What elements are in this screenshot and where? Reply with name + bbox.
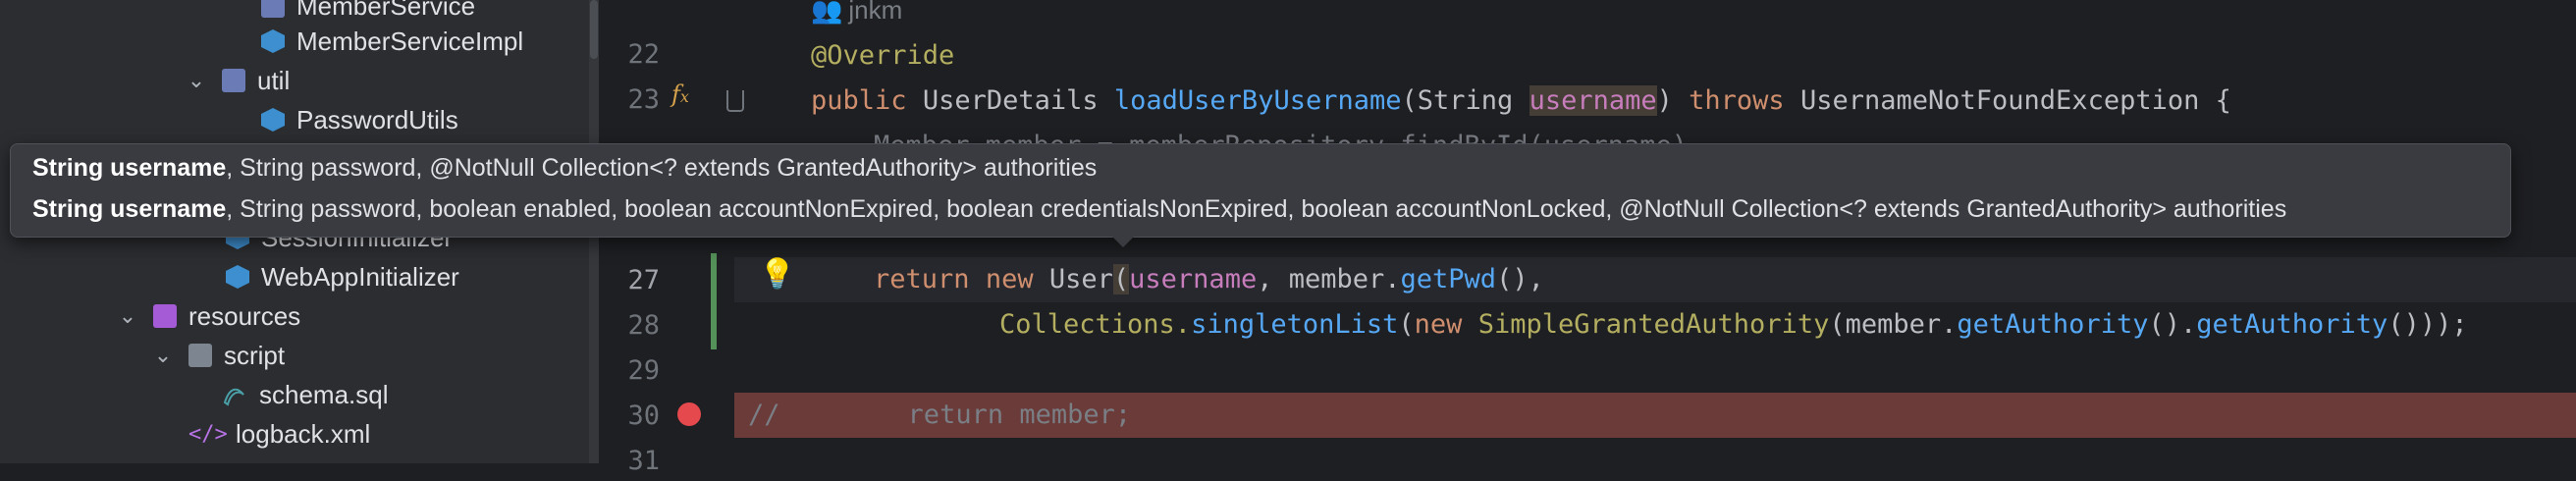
- method-call: getPwd: [1400, 264, 1497, 294]
- folder-icon: [188, 344, 212, 367]
- type: String: [1417, 85, 1514, 116]
- line-number: 27: [627, 265, 660, 295]
- tree-item-label: MemberServiceImpl: [296, 26, 524, 56]
- class-icon: [261, 29, 285, 53]
- line-number: 28: [627, 310, 660, 341]
- keyword: public: [811, 85, 907, 116]
- code-line-22[interactable]: @Override: [734, 33, 2576, 79]
- vcs-change-marker[interactable]: [711, 253, 717, 300]
- code-line-23[interactable]: public UserDetails loadUserByUsername(St…: [734, 79, 2576, 124]
- type: UsernameNotFoundException: [1799, 85, 2200, 116]
- chevron-down-icon[interactable]: ⌄: [153, 343, 173, 368]
- tree-item-logback-xml[interactable]: </> logback.xml: [188, 414, 370, 454]
- code-text: ().: [2148, 309, 2197, 340]
- tree-item-resources[interactable]: ⌄ resources: [118, 296, 300, 336]
- tree-item-schema-sql[interactable]: schema.sql: [222, 375, 389, 414]
- chevron-down-icon[interactable]: ⌄: [118, 303, 137, 329]
- vcs-change-marker[interactable]: [711, 300, 717, 349]
- code-text: ()));: [2388, 309, 2468, 340]
- resources-folder-icon: [153, 304, 177, 328]
- line-number: 22: [627, 39, 660, 70]
- tree-item-util[interactable]: ⌄ util: [187, 61, 290, 100]
- xml-file-icon: </>: [188, 422, 228, 447]
- current-parameter: String username: [32, 154, 227, 182]
- signature-row[interactable]: String username, String password, boolea…: [32, 189, 2286, 229]
- tree-item-memberserviceimpl[interactable]: MemberServiceImpl: [261, 22, 523, 61]
- code-text: (),: [1496, 264, 1544, 294]
- method-call: getAuthority: [2196, 309, 2388, 340]
- implementing-method-icon[interactable]: fx: [671, 80, 689, 108]
- signature-rest: , String password, boolean enabled, bool…: [226, 195, 2287, 223]
- tree-item-label: resources: [188, 300, 301, 331]
- method-name: loadUserByUsername: [1113, 85, 1402, 116]
- parameter: username: [1129, 264, 1258, 294]
- code-line-28[interactable]: Collections.singletonList(new SimpleGran…: [734, 302, 2576, 347]
- scrollbar-thumb[interactable]: [590, 0, 598, 59]
- breakpoint-icon[interactable]: [677, 402, 701, 426]
- chevron-down-icon[interactable]: ⌄: [187, 68, 206, 93]
- class-icon: [226, 265, 249, 289]
- keyword: throws: [1689, 85, 1785, 116]
- current-parameter: String username: [32, 195, 227, 223]
- keyword: new: [1414, 309, 1463, 340]
- method-call: getAuthority: [1957, 309, 2149, 340]
- type: SimpleGrantedAuthority: [1477, 309, 1830, 340]
- popup-pointer: [1109, 234, 1137, 247]
- class-icon: [261, 108, 285, 132]
- line-number: 23: [627, 84, 660, 115]
- code-author-hint[interactable]: 👥 jnkm: [811, 0, 902, 29]
- user-icon: 👥: [811, 0, 843, 25]
- keyword: new: [985, 264, 1034, 294]
- interface-icon: [261, 0, 285, 18]
- code-text: , member.: [1257, 264, 1401, 294]
- code-text: (member.: [1829, 309, 1958, 340]
- tree-item-label: script: [224, 340, 286, 370]
- paren: (: [1401, 85, 1418, 116]
- paren: (: [1112, 264, 1130, 294]
- comment: // return member;: [748, 400, 1132, 430]
- paren: ): [1656, 85, 1673, 116]
- method-call: singletonList: [1191, 309, 1399, 340]
- signature-row[interactable]: String username, String password, @NotNu…: [32, 148, 1097, 187]
- line-number: 30: [627, 401, 660, 431]
- tree-item-script[interactable]: ⌄ script: [153, 336, 285, 375]
- sql-file-icon: [222, 383, 247, 406]
- signature-rest: , String password, @NotNull Collection<?…: [226, 154, 1098, 182]
- paren: (: [1398, 309, 1415, 340]
- tree-item-label: logback.xml: [236, 418, 371, 449]
- tree-item-label: MemberService: [296, 0, 476, 21]
- tree-item-passwordutils[interactable]: PasswordUtils: [261, 100, 458, 139]
- line-number: 31: [627, 446, 660, 476]
- parameter-info-popup: String username, String password, @NotNu…: [10, 143, 2511, 238]
- code-line-30[interactable]: // return member;: [734, 393, 2576, 438]
- class-ref: Collections.: [999, 309, 1192, 340]
- tree-item-label: schema.sql: [259, 379, 389, 409]
- tree-item-webappinitializer[interactable]: WebAppInitializer: [226, 257, 459, 296]
- annotation: @Override: [811, 40, 955, 71]
- parameter: username: [1529, 85, 1657, 116]
- package-icon: [222, 69, 245, 92]
- tree-item-label: PasswordUtils: [296, 104, 458, 134]
- brace: {: [2215, 85, 2231, 116]
- type: UserDetails: [922, 85, 1099, 116]
- tree-item-label: util: [257, 65, 291, 95]
- author-name: jnkm: [848, 0, 903, 25]
- line-number: 29: [627, 355, 660, 386]
- keyword: return: [874, 264, 970, 294]
- tree-item-label: WebAppInitializer: [261, 261, 459, 292]
- type: User: [1048, 264, 1113, 294]
- code-line-27[interactable]: return new User(username, member.getPwd(…: [734, 257, 2576, 302]
- lightbulb-icon[interactable]: 💡: [759, 257, 795, 293]
